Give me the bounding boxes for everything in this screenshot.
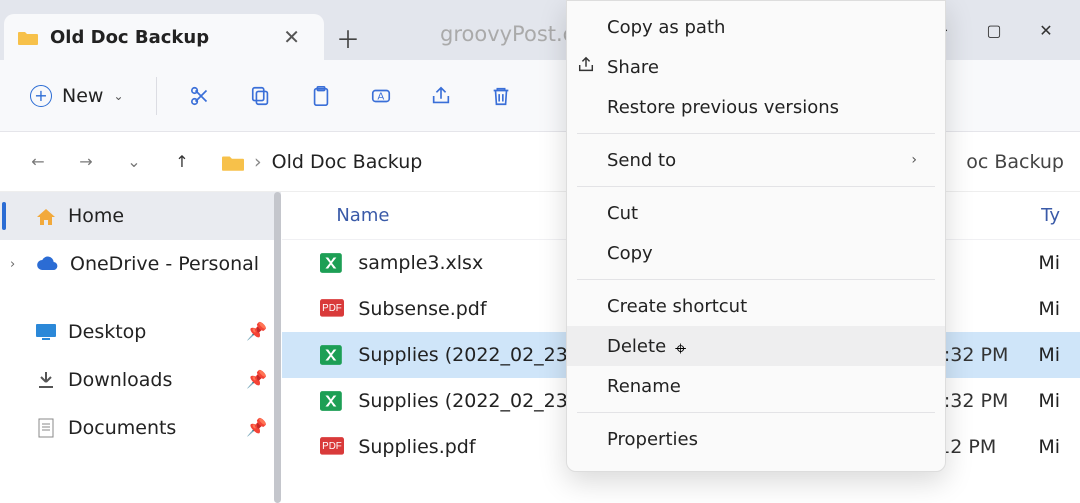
ctx-restore-previous[interactable]: Restore previous versions <box>567 87 945 127</box>
chevron-right-icon: › <box>911 152 917 168</box>
ctx-rename[interactable]: Rename <box>567 366 945 406</box>
share-button[interactable] <box>415 70 467 122</box>
rename-button[interactable]: A <box>355 70 407 122</box>
active-tab[interactable]: Old Doc Backup ✕ <box>4 14 324 60</box>
ctx-create-shortcut[interactable]: Create shortcut <box>567 286 945 326</box>
ctx-properties[interactable]: Properties <box>567 419 945 459</box>
download-icon <box>36 370 56 390</box>
sidebar-item-label: Home <box>68 205 124 227</box>
breadcrumb[interactable]: › Old Doc Backup <box>222 151 422 173</box>
scissors-icon <box>190 85 212 107</box>
delete-button[interactable] <box>475 70 527 122</box>
ctx-copy-as-path[interactable]: Copy as path <box>567 7 945 47</box>
share-icon <box>577 56 595 79</box>
context-menu: Copy as path Share Restore previous vers… <box>566 0 946 472</box>
pdf-icon <box>320 298 344 320</box>
sidebar-item-documents[interactable]: Documents 📌 <box>0 404 281 452</box>
paste-button[interactable] <box>295 70 347 122</box>
sidebar-item-label: Documents <box>68 417 176 439</box>
sidebar-item-onedrive[interactable]: › OneDrive - Personal <box>0 240 281 288</box>
sidebar-item-home[interactable]: Home <box>0 192 281 240</box>
plus-icon: + <box>30 85 52 107</box>
excel-icon <box>320 252 344 274</box>
cursor-icon: ⌖ <box>675 336 686 360</box>
folder-icon <box>222 153 244 171</box>
folder-icon <box>18 29 38 45</box>
sidebar-item-desktop[interactable]: Desktop 📌 <box>0 308 281 356</box>
up-button[interactable]: ↑ <box>160 140 204 184</box>
column-type[interactable]: Ty <box>1041 205 1080 226</box>
sidebar-item-label: Downloads <box>68 369 172 391</box>
pdf-icon <box>320 436 344 458</box>
forward-button[interactable]: → <box>64 140 108 184</box>
close-tab-button[interactable]: ✕ <box>275 21 308 53</box>
new-button-label: New <box>62 85 103 107</box>
pin-icon: 📌 <box>246 370 267 390</box>
file-type: Mi <box>1038 298 1080 320</box>
document-icon <box>36 418 56 438</box>
excel-icon <box>320 390 344 412</box>
rename-icon: A <box>370 85 392 107</box>
copy-icon <box>250 85 272 107</box>
breadcrumb-sep: › <box>254 151 262 173</box>
sidebar-item-label: Desktop <box>68 321 146 343</box>
maximize-button[interactable]: ▢ <box>968 10 1020 50</box>
ctx-send-to[interactable]: Send to› <box>567 140 945 180</box>
share-icon <box>430 85 452 107</box>
ctx-delete[interactable]: Delete ⌖ <box>567 326 945 366</box>
svg-text:A: A <box>377 91 384 102</box>
file-type: Mi <box>1038 344 1080 366</box>
tab-title: Old Doc Backup <box>50 27 209 48</box>
clipboard-icon <box>310 85 332 107</box>
file-type: Mi <box>1038 390 1080 412</box>
cut-button[interactable] <box>175 70 227 122</box>
pin-icon: 📌 <box>246 418 267 438</box>
back-button[interactable]: ← <box>16 140 60 184</box>
pin-icon: 📌 <box>246 322 267 342</box>
cloud-icon <box>36 256 58 272</box>
ctx-share[interactable]: Share <box>567 47 945 87</box>
new-button[interactable]: + New ⌄ <box>16 77 138 115</box>
home-icon <box>36 207 56 225</box>
search-placeholder-fragment[interactable]: oc Backup <box>966 151 1064 173</box>
excel-icon <box>320 344 344 366</box>
ctx-cut[interactable]: Cut <box>567 193 945 233</box>
sidebar-item-label: OneDrive - Personal <box>70 253 259 275</box>
sidebar-scrollbar[interactable] <box>274 192 281 503</box>
ctx-copy[interactable]: Copy <box>567 233 945 273</box>
recent-locations-button[interactable]: ⌄ <box>112 140 156 184</box>
new-tab-button[interactable]: ＋ <box>324 14 372 60</box>
navigation-pane: Home › OneDrive - Personal Desktop 📌 Dow… <box>0 192 282 503</box>
sidebar-item-downloads[interactable]: Downloads 📌 <box>0 356 281 404</box>
file-type: Mi <box>1038 252 1080 274</box>
copy-button[interactable] <box>235 70 287 122</box>
close-window-button[interactable]: ✕ <box>1020 10 1072 50</box>
desktop-icon <box>36 324 56 340</box>
file-type: Mi <box>1038 436 1080 458</box>
trash-icon <box>490 85 512 107</box>
chevron-down-icon: ⌄ <box>113 89 123 103</box>
expand-icon[interactable]: › <box>10 257 15 272</box>
breadcrumb-folder[interactable]: Old Doc Backup <box>272 151 423 173</box>
